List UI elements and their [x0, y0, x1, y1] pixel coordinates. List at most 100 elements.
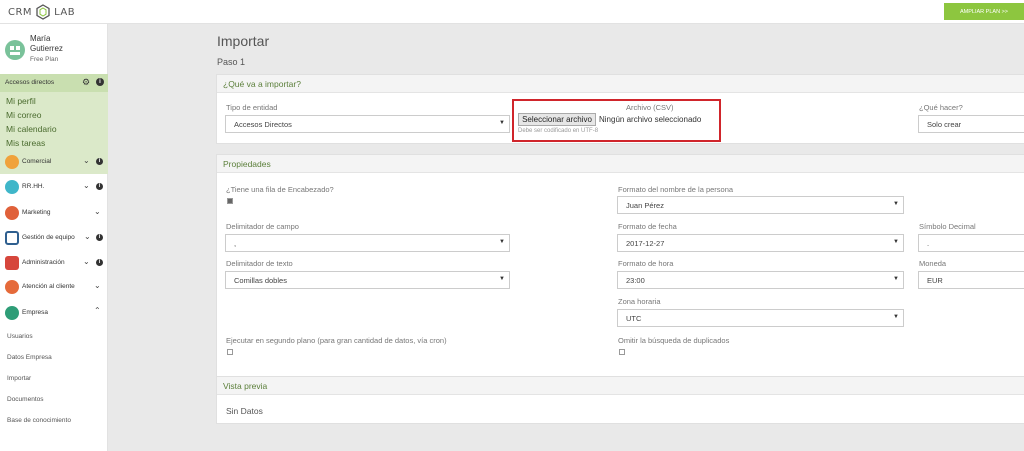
- nav-item-atencion-cliente[interactable]: Atención al cliente ⌄: [0, 277, 108, 297]
- nav-label: Administración: [22, 259, 65, 266]
- currency-select[interactable]: EUR: [918, 271, 1024, 289]
- date-format-label: Formato de fecha: [618, 222, 677, 231]
- dropdown-arrow-icon: ▼: [893, 276, 899, 282]
- support-icon: [5, 280, 19, 294]
- timezone-label: Zona horaria: [618, 297, 661, 306]
- chevron-up-icon[interactable]: ⌃: [94, 306, 101, 315]
- time-format-select[interactable]: 23:00 ▼: [617, 271, 904, 289]
- decimal-select[interactable]: .: [918, 234, 1024, 252]
- chevron-down-icon[interactable]: ⌄: [84, 232, 91, 241]
- nav-item-administracion[interactable]: Administración ⌄ i: [0, 253, 108, 273]
- background-run-label: Ejecutar en segundo plano (para gran can…: [226, 336, 447, 345]
- info-icon[interactable]: i: [96, 259, 103, 266]
- field-delimiter-value: ,: [234, 239, 237, 248]
- crmlab-logo[interactable]: CRM LAB: [8, 4, 75, 20]
- hexagon-logo-icon: [36, 4, 50, 20]
- main-content: Importar Paso 1 ¿Qué va a importar? Tipo…: [108, 24, 1024, 451]
- sub-link-base-conocimiento[interactable]: Base de conocimiento: [7, 417, 71, 424]
- text-delimiter-select[interactable]: Comillas dobles ▼: [225, 271, 510, 289]
- user-first-name: María: [30, 34, 51, 43]
- nav-item-gestion-equipo[interactable]: Gestión de equipo ⌄ i: [0, 228, 108, 248]
- sub-link-datos-empresa[interactable]: Datos Empresa: [7, 354, 52, 361]
- dropdown-arrow-icon: ▼: [893, 314, 899, 320]
- panel-header: Vista previa: [217, 377, 1024, 395]
- sidebar: María Gutierrez Free Plan Accesos direct…: [0, 24, 108, 451]
- properties-panel: Propiedades ¿Tiene una fila de Encabezad…: [216, 154, 1024, 386]
- background-run-checkbox[interactable]: [227, 349, 233, 355]
- quick-link-mail[interactable]: Mi correo: [6, 110, 41, 120]
- user-plan: Free Plan: [30, 56, 59, 63]
- panel-title: ¿Qué va a importar?: [223, 79, 301, 89]
- timezone-value: UTC: [626, 314, 642, 323]
- nav-label: Gestión de equipo: [22, 234, 75, 241]
- comercial-icon: [5, 155, 19, 169]
- nav-label: Comercial: [22, 158, 52, 165]
- entity-type-value: Accesos Directos: [234, 120, 292, 129]
- chevron-down-icon[interactable]: ⌄: [94, 207, 101, 216]
- step-label: Paso 1: [217, 57, 246, 67]
- page-title: Importar: [217, 33, 270, 49]
- upgrade-plan-button[interactable]: AMPLIAR PLAN >>: [944, 3, 1024, 20]
- sub-link-documentos[interactable]: Documentos: [7, 396, 44, 403]
- select-file-button[interactable]: Seleccionar archivo: [518, 113, 596, 126]
- panel-title: Propiedades: [223, 159, 271, 169]
- rrhh-icon: [5, 180, 19, 194]
- gear-icon[interactable]: ⚙: [82, 77, 90, 88]
- chevron-down-icon[interactable]: ⌄: [83, 181, 90, 190]
- text-delimiter-label: Delimitador de texto: [226, 259, 293, 268]
- nav-item-comercial[interactable]: Comercial ⌄ i: [0, 152, 108, 172]
- action-select[interactable]: Solo crear: [918, 115, 1024, 133]
- logo-text-left: CRM: [8, 6, 33, 18]
- date-format-select[interactable]: 2017-12-27 ▼: [617, 234, 904, 252]
- sub-link-importar[interactable]: Importar: [7, 375, 31, 382]
- chevron-down-icon[interactable]: ⌄: [83, 257, 90, 266]
- decimal-label: Símbolo Decimal: [919, 222, 976, 231]
- chevron-down-icon[interactable]: ⌄: [83, 156, 90, 165]
- name-format-value: Juan Pérez: [626, 201, 664, 210]
- file-hint: Debe ser codificado en UTF-8: [518, 128, 599, 134]
- field-delimiter-select[interactable]: , ▼: [225, 234, 510, 252]
- nav-label: RR.HH.: [22, 183, 45, 190]
- file-status: Ningún archivo seleccionado: [599, 115, 702, 124]
- info-icon[interactable]: i: [96, 78, 104, 86]
- quick-link-tasks[interactable]: Mis tareas: [6, 138, 45, 148]
- decimal-value: .: [927, 239, 930, 248]
- marketing-icon: [5, 206, 19, 220]
- info-icon[interactable]: i: [96, 234, 103, 241]
- name-format-label: Formato del nombre de la persona: [618, 185, 734, 194]
- panel-title: Vista previa: [223, 381, 268, 391]
- time-format-value: 23:00: [626, 276, 645, 285]
- quick-access-header: Accesos directos ⚙ i: [0, 74, 108, 92]
- dropdown-arrow-icon: ▼: [499, 276, 505, 282]
- preview-empty-text: Sin Datos: [226, 406, 263, 416]
- quick-link-calendar[interactable]: Mi calendario: [6, 124, 57, 134]
- panel-header: ¿Qué va a importar?: [217, 75, 1024, 93]
- info-icon[interactable]: i: [96, 158, 103, 165]
- name-format-select[interactable]: Juan Pérez ▼: [617, 196, 904, 214]
- nav-item-marketing[interactable]: Marketing ⌄: [0, 203, 108, 223]
- currency-value: EUR: [927, 276, 943, 285]
- nav-item-rrhh[interactable]: RR.HH. ⌄ i: [0, 177, 108, 197]
- currency-label: Moneda: [919, 259, 947, 268]
- admin-icon: [5, 256, 19, 270]
- dropdown-arrow-icon: ▼: [499, 120, 505, 126]
- user-card[interactable]: María Gutierrez Free Plan: [0, 24, 108, 72]
- skip-duplicates-checkbox[interactable]: [619, 349, 625, 355]
- entity-type-select[interactable]: Accesos Directos ▼: [225, 115, 510, 133]
- nav-label: Empresa: [22, 309, 49, 316]
- field-delimiter-label: Delimitador de campo: [226, 222, 299, 231]
- nav-label: Atención al cliente: [22, 283, 75, 290]
- nav-label: Marketing: [22, 209, 51, 216]
- dropdown-arrow-icon: ▼: [893, 239, 899, 245]
- quick-link-profile[interactable]: Mi perfil: [6, 96, 36, 106]
- header-row-checkbox[interactable]: [227, 198, 233, 204]
- nav-item-empresa[interactable]: Empresa ⌃: [0, 303, 108, 323]
- top-bar: CRM LAB AMPLIAR PLAN >>: [0, 0, 1024, 24]
- sub-link-usuarios[interactable]: Usuarios: [7, 333, 33, 340]
- header-row-label: ¿Tiene una fila de Encabezado?: [226, 185, 334, 194]
- entity-type-label: Tipo de entidad: [226, 103, 278, 112]
- timezone-select[interactable]: UTC ▼: [617, 309, 904, 327]
- text-delimiter-value: Comillas dobles: [234, 276, 287, 285]
- info-icon[interactable]: i: [96, 183, 103, 190]
- chevron-down-icon[interactable]: ⌄: [94, 281, 101, 290]
